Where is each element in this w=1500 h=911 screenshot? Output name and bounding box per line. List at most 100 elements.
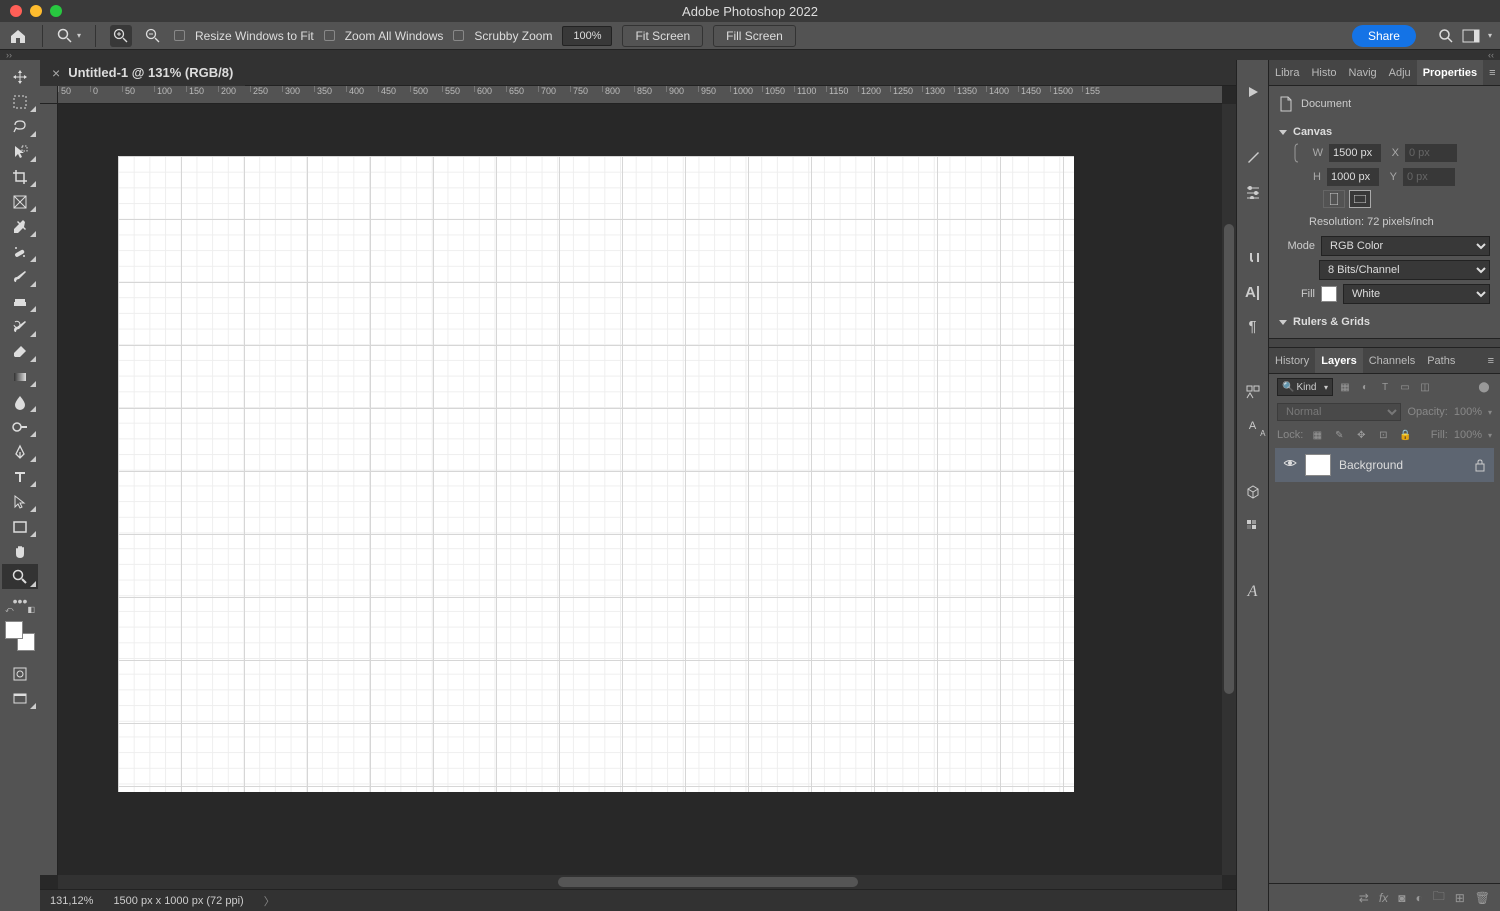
- canvas[interactable]: [118, 156, 1074, 792]
- fill-select[interactable]: White: [1343, 284, 1490, 304]
- tab-navigator[interactable]: Navig: [1343, 60, 1383, 85]
- link-dimensions-icon[interactable]: [1293, 142, 1303, 164]
- lasso-tool[interactable]: [2, 114, 38, 139]
- default-colors-icon[interactable]: ◧: [27, 605, 35, 615]
- color-swatches[interactable]: [5, 621, 35, 651]
- tab-history[interactable]: History: [1269, 348, 1315, 373]
- home-icon[interactable]: [8, 27, 28, 45]
- fx-icon[interactable]: fx: [1379, 891, 1388, 905]
- resize-windows-checkbox[interactable]: [174, 30, 185, 41]
- document-tab[interactable]: × Untitled-1 @ 131% (RGB/8): [40, 60, 245, 86]
- share-button[interactable]: Share: [1352, 25, 1416, 47]
- styles-panel-icon[interactable]: AA: [1243, 416, 1263, 436]
- ruler-horizontal[interactable]: 5005010015020025030035040045050055060065…: [58, 86, 1222, 104]
- brush-settings-icon[interactable]: [1243, 148, 1263, 168]
- color-mode-select[interactable]: RGB Color: [1321, 236, 1490, 256]
- marquee-tool[interactable]: [2, 89, 38, 114]
- scrubby-zoom-checkbox[interactable]: [453, 30, 464, 41]
- quick-mask-icon[interactable]: [2, 661, 38, 686]
- history-brush-tool[interactable]: [2, 314, 38, 339]
- canvas-viewport[interactable]: [58, 104, 1222, 875]
- canvas-height-input[interactable]: [1327, 168, 1379, 186]
- tab-adjustments[interactable]: Adju: [1383, 60, 1417, 85]
- layer-visibility-icon[interactable]: [1283, 458, 1297, 472]
- expand-left-icon[interactable]: ››: [6, 50, 12, 60]
- filter-type-icon[interactable]: T: [1377, 379, 1393, 395]
- adjustments-panel-icon[interactable]: [1243, 182, 1263, 202]
- fill-color-swatch[interactable]: [1321, 286, 1337, 302]
- close-window[interactable]: [10, 5, 22, 17]
- type-panel-icon[interactable]: A|: [1243, 282, 1263, 302]
- rulers-section-header[interactable]: Rulers & Grids: [1279, 316, 1490, 328]
- lock-transparency-icon[interactable]: ▦: [1309, 427, 1325, 443]
- fill-screen-button[interactable]: Fill Screen: [713, 25, 796, 47]
- lock-artboard-icon[interactable]: ⊡: [1375, 427, 1391, 443]
- paragraph-panel-icon[interactable]: ¶: [1243, 316, 1263, 336]
- delete-layer-icon[interactable]: 🗑: [1475, 891, 1490, 905]
- blur-tool[interactable]: [2, 389, 38, 414]
- lock-pixels-icon[interactable]: ✎: [1331, 427, 1347, 443]
- layer-thumbnail[interactable]: [1305, 454, 1331, 476]
- pen-tool[interactable]: [2, 439, 38, 464]
- swatches-panel-icon[interactable]: [1243, 516, 1263, 536]
- font-panel-icon[interactable]: A: [1243, 582, 1263, 602]
- ruler-vertical[interactable]: [40, 104, 58, 875]
- path-selection-tool[interactable]: [2, 489, 38, 514]
- filter-adjustment-icon[interactable]: ◐: [1357, 379, 1373, 395]
- filter-toggle-icon[interactable]: ⬤: [1476, 379, 1492, 395]
- brush-tool[interactable]: [2, 264, 38, 289]
- mask-icon[interactable]: ◙: [1398, 891, 1405, 905]
- tab-histogram[interactable]: Histo: [1305, 60, 1342, 85]
- zoom-out-toggle[interactable]: [142, 25, 164, 47]
- move-tool[interactable]: [2, 64, 38, 89]
- scrollbar-vertical[interactable]: [1222, 104, 1236, 875]
- filter-shape-icon[interactable]: ▭: [1397, 379, 1413, 395]
- layer-name[interactable]: Background: [1339, 458, 1403, 472]
- blend-mode-select[interactable]: Normal: [1277, 403, 1401, 421]
- healing-brush-tool[interactable]: [2, 239, 38, 264]
- tab-layers[interactable]: Layers: [1315, 348, 1362, 373]
- lock-all-icon[interactable]: 🔒: [1397, 427, 1413, 443]
- tab-libraries[interactable]: Libra: [1269, 60, 1305, 85]
- adjustment-layer-icon[interactable]: ◐: [1415, 891, 1422, 905]
- play-actions-icon[interactable]: [1243, 82, 1263, 102]
- layers-panel-menu-icon[interactable]: ≡: [1482, 348, 1500, 373]
- hand-tool[interactable]: [2, 539, 38, 564]
- character-panel-icon[interactable]: [1243, 248, 1263, 268]
- glyphs-panel-icon[interactable]: [1243, 382, 1263, 402]
- minimize-window[interactable]: [30, 5, 42, 17]
- opacity-value[interactable]: 100%: [1454, 406, 1482, 418]
- screen-mode-icon[interactable]: [2, 686, 38, 711]
- dodge-tool[interactable]: [2, 414, 38, 439]
- zoom-in-toggle[interactable]: [110, 25, 132, 47]
- panel-menu-icon[interactable]: ≡: [1483, 60, 1500, 85]
- frame-tool[interactable]: [2, 189, 38, 214]
- fill-opacity-value[interactable]: 100%: [1454, 429, 1482, 441]
- status-more-icon[interactable]: 〉: [264, 893, 275, 909]
- new-layer-icon[interactable]: ⊞: [1455, 891, 1465, 905]
- eyedropper-tool[interactable]: [2, 214, 38, 239]
- zoom-all-checkbox[interactable]: [324, 30, 335, 41]
- workspace-dropdown-icon[interactable]: ▾: [1488, 31, 1492, 40]
- zoom-percent-input[interactable]: [562, 26, 612, 46]
- tab-properties[interactable]: Properties: [1417, 60, 1483, 85]
- selection-tool[interactable]: [2, 139, 38, 164]
- swap-colors-icon[interactable]: ⤺: [5, 605, 14, 615]
- canvas-section-header[interactable]: Canvas: [1279, 126, 1490, 138]
- orientation-landscape[interactable]: [1349, 190, 1371, 208]
- rectangle-tool[interactable]: [2, 514, 38, 539]
- tool-preset[interactable]: ▾: [57, 28, 81, 44]
- ruler-origin[interactable]: [40, 86, 58, 104]
- crop-tool[interactable]: [2, 164, 38, 189]
- link-layers-icon[interactable]: ⇄: [1359, 891, 1369, 905]
- expand-right-icon[interactable]: ‹‹: [1488, 50, 1494, 60]
- gradient-tool[interactable]: [2, 364, 38, 389]
- workspace-switcher-icon[interactable]: [1462, 29, 1480, 43]
- type-tool[interactable]: [2, 464, 38, 489]
- group-icon[interactable]: 🗀: [1433, 887, 1445, 908]
- fit-screen-button[interactable]: Fit Screen: [622, 25, 703, 47]
- search-icon[interactable]: [1438, 28, 1454, 44]
- bit-depth-select[interactable]: 8 Bits/Channel: [1319, 260, 1490, 280]
- eraser-tool[interactable]: [2, 339, 38, 364]
- maximize-window[interactable]: [50, 5, 62, 17]
